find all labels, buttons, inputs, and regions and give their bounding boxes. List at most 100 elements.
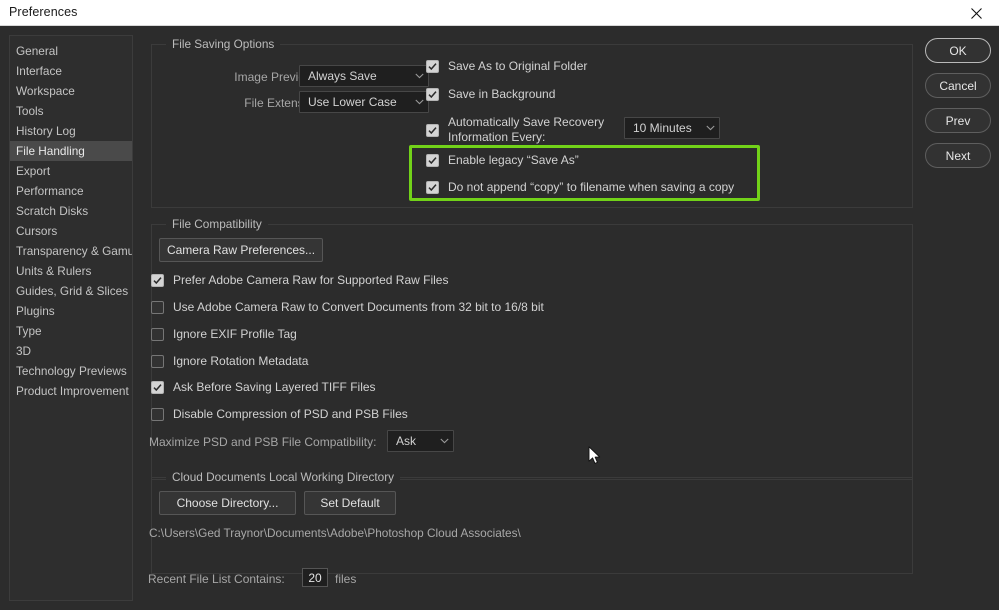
checkbox-checked-icon[interactable] (426, 181, 439, 194)
sidebar-item-label: General (16, 44, 58, 58)
checkbox-unchecked-icon[interactable] (151, 328, 164, 341)
sidebar-item-3d[interactable]: 3D (10, 341, 132, 361)
sidebar-item-label: Transparency & Gamut (16, 244, 133, 258)
preferences-content: File Saving Options Image Previews: Alwa… (143, 26, 918, 610)
use-acr-convert-label: Use Adobe Camera Raw to Convert Document… (173, 300, 544, 314)
sidebar-item-tools[interactable]: Tools (10, 101, 132, 121)
save-in-background-checkbox-row[interactable]: Save in Background (426, 87, 555, 102)
sidebar-item-label: Guides, Grid & Slices (16, 284, 129, 298)
sidebar-item-label: Units & Rulers (16, 264, 92, 278)
ok-button[interactable]: OK (925, 38, 991, 63)
preferences-category-list[interactable]: General Interface Workspace Tools Histor… (9, 35, 133, 601)
auto-save-interval-value: 10 Minutes (633, 121, 692, 135)
file-extension-value: Use Lower Case (308, 95, 397, 109)
disable-compression-label: Disable Compression of PSD and PSB Files (173, 407, 408, 421)
choose-directory-button[interactable]: Choose Directory... (159, 491, 296, 515)
sidebar-item-guides-grid-slices[interactable]: Guides, Grid & Slices (10, 281, 132, 301)
image-previews-value: Always Save (308, 69, 377, 83)
sidebar-item-label: Interface (16, 64, 62, 78)
checkbox-checked-icon[interactable] (426, 88, 439, 101)
maximize-compatibility-select[interactable]: Ask (387, 430, 454, 452)
sidebar-item-cursors[interactable]: Cursors (10, 221, 132, 241)
checkbox-unchecked-icon[interactable] (151, 355, 164, 368)
mouse-cursor-icon (588, 446, 601, 470)
disable-compression-checkbox-row[interactable]: Disable Compression of PSD and PSB Files (151, 407, 408, 422)
preferences-dialog: General Interface Workspace Tools Histor… (0, 26, 999, 610)
maximize-compatibility-value: Ask (396, 434, 417, 448)
sidebar-item-units-rulers[interactable]: Units & Rulers (10, 261, 132, 281)
do-not-append-copy-label: Do not append “copy” to filename when sa… (448, 180, 735, 194)
auto-save-interval-select[interactable]: 10 Minutes (624, 117, 720, 139)
sidebar-item-workspace[interactable]: Workspace (10, 81, 132, 101)
sidebar-item-export[interactable]: Export (10, 161, 132, 181)
checkbox-checked-icon[interactable] (151, 274, 164, 287)
camera-raw-preferences-button[interactable]: Camera Raw Preferences... (159, 238, 323, 262)
camera-raw-preferences-button-label: Camera Raw Preferences... (166, 243, 316, 257)
sidebar-item-general[interactable]: General (10, 41, 132, 61)
chevron-down-icon (701, 125, 719, 131)
sidebar-item-label: Technology Previews (16, 364, 127, 378)
use-acr-convert-checkbox-row[interactable]: Use Adobe Camera Raw to Convert Document… (151, 300, 544, 315)
sidebar-item-label: History Log (16, 124, 76, 138)
title-bar: Preferences (0, 0, 999, 26)
sidebar-item-technology-previews[interactable]: Technology Previews (10, 361, 132, 381)
window-title: Preferences (9, 5, 78, 19)
sidebar-item-transparency-gamut[interactable]: Transparency & Gamut (10, 241, 132, 261)
close-icon (971, 7, 982, 19)
checkbox-unchecked-icon[interactable] (151, 301, 164, 314)
sidebar-item-label: Export (16, 164, 51, 178)
checkbox-unchecked-icon[interactable] (151, 408, 164, 421)
chevron-down-icon (435, 438, 453, 444)
file-extension-select[interactable]: Use Lower Case (299, 91, 429, 113)
save-as-original-folder-checkbox-row[interactable]: Save As to Original Folder (426, 59, 587, 74)
ignore-rotation-checkbox-row[interactable]: Ignore Rotation Metadata (151, 354, 308, 369)
recent-file-list-suffix: files (335, 572, 357, 586)
cloud-documents-path: C:\Users\Ged Traynor\Documents\Adobe\Pho… (149, 526, 521, 540)
next-button[interactable]: Next (925, 143, 991, 168)
checkbox-checked-icon[interactable] (426, 154, 439, 167)
sidebar-item-scratch-disks[interactable]: Scratch Disks (10, 201, 132, 221)
sidebar-item-label: Product Improvement (16, 384, 129, 398)
prefer-acr-checkbox-row[interactable]: Prefer Adobe Camera Raw for Supported Ra… (151, 273, 448, 288)
ask-before-tiff-checkbox-row[interactable]: Ask Before Saving Layered TIFF Files (151, 380, 376, 395)
sidebar-item-history-log[interactable]: History Log (10, 121, 132, 141)
save-as-original-folder-label: Save As to Original Folder (448, 59, 588, 73)
set-default-button[interactable]: Set Default (304, 491, 396, 515)
choose-directory-button-label: Choose Directory... (176, 496, 279, 510)
checkbox-checked-icon[interactable] (426, 60, 439, 73)
maximize-compatibility-label: Maximize PSD and PSB File Compatibility: (149, 435, 377, 449)
file-compatibility-label: File Compatibility (166, 217, 268, 231)
auto-save-recovery-checkbox-row[interactable]: Automatically Save Recovery Information … (426, 115, 604, 145)
enable-legacy-save-as-checkbox-row[interactable]: Enable legacy “Save As” (426, 153, 579, 168)
sidebar-item-type[interactable]: Type (10, 321, 132, 341)
sidebar-item-label: File Handling (16, 144, 85, 158)
do-not-append-copy-checkbox-row[interactable]: Do not append “copy” to filename when sa… (426, 180, 734, 195)
sidebar-item-file-handling[interactable]: File Handling (10, 141, 132, 161)
prev-button[interactable]: Prev (925, 108, 991, 133)
sidebar-item-label: Plugins (16, 304, 55, 318)
ignore-rotation-label: Ignore Rotation Metadata (173, 354, 309, 368)
recent-file-list-label: Recent File List Contains: (148, 572, 285, 586)
close-button[interactable] (954, 0, 999, 26)
cloud-documents-label: Cloud Documents Local Working Directory (166, 470, 401, 484)
sidebar-item-plugins[interactable]: Plugins (10, 301, 132, 321)
enable-legacy-save-as-label: Enable legacy “Save As” (448, 153, 579, 167)
sidebar-item-label: Scratch Disks (16, 204, 89, 218)
set-default-button-label: Set Default (320, 496, 380, 510)
sidebar-item-product-improvement[interactable]: Product Improvement (10, 381, 132, 401)
ignore-exif-checkbox-row[interactable]: Ignore EXIF Profile Tag (151, 327, 297, 342)
prev-button-label: Prev (945, 113, 971, 128)
auto-save-recovery-label: Automatically Save Recovery Information … (448, 115, 605, 144)
checkbox-checked-icon[interactable] (426, 124, 439, 137)
save-in-background-label: Save in Background (448, 87, 556, 101)
sidebar-item-label: Cursors (16, 224, 58, 238)
sidebar-item-performance[interactable]: Performance (10, 181, 132, 201)
recent-file-count-input[interactable]: 20 (302, 568, 328, 587)
image-previews-select[interactable]: Always Save (299, 65, 429, 87)
ask-before-tiff-label: Ask Before Saving Layered TIFF Files (173, 380, 376, 394)
sidebar-item-label: Workspace (16, 84, 75, 98)
cancel-button[interactable]: Cancel (925, 73, 991, 98)
checkbox-checked-icon[interactable] (151, 381, 164, 394)
sidebar-item-interface[interactable]: Interface (10, 61, 132, 81)
ok-button-label: OK (949, 43, 967, 58)
